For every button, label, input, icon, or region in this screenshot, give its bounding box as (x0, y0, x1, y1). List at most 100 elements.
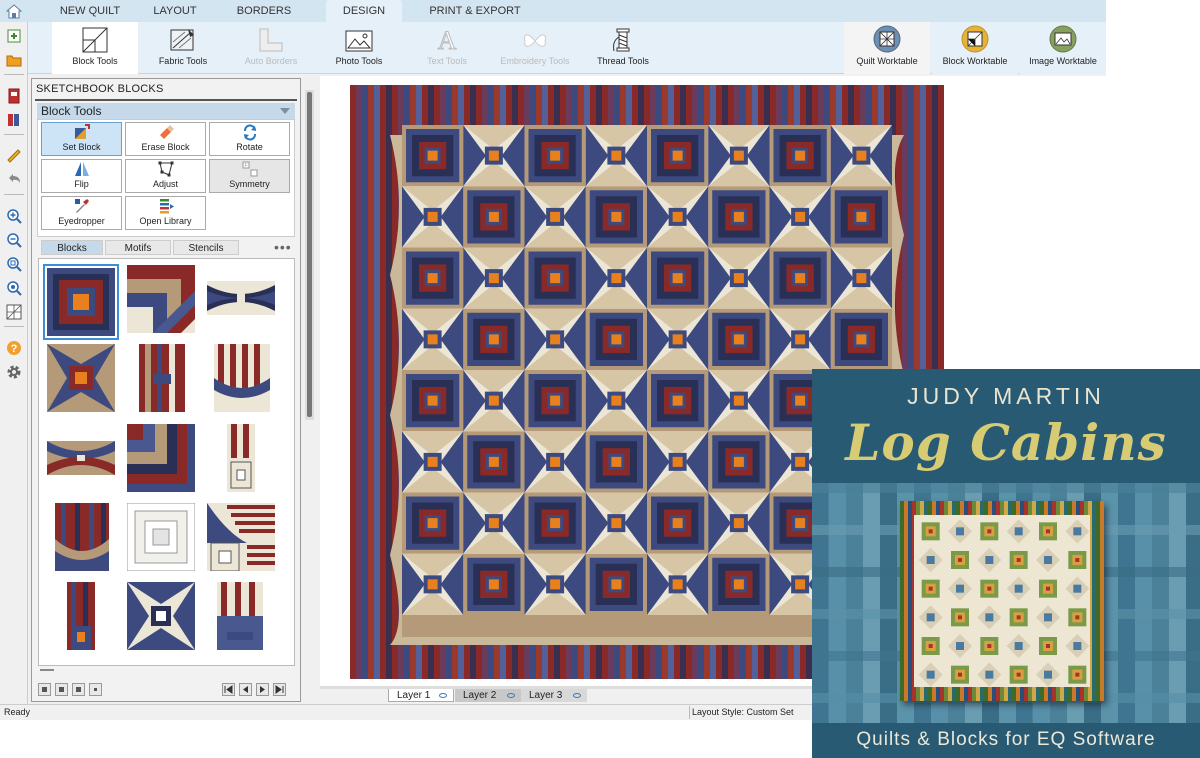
book-subtitle: Quilts & Blocks for EQ Software (856, 729, 1156, 750)
layer-2-label: Layer 2 (463, 690, 497, 701)
first-page-icon[interactable] (222, 683, 235, 696)
block-thumbnail[interactable] (47, 441, 115, 475)
erase-block-button[interactable]: Erase Block (125, 122, 206, 156)
view-small-icon[interactable] (72, 683, 85, 696)
left-toolbar: ? (0, 22, 28, 712)
last-page-icon[interactable] (273, 683, 286, 696)
fabric-tools-button[interactable]: Fabric Tools (140, 22, 226, 74)
set-block-button[interactable]: Set Block (41, 122, 122, 156)
block-thumbnail[interactable] (67, 582, 95, 650)
tab-new-quilt[interactable]: NEW QUILT (52, 0, 128, 22)
layer-1-label: Layer 1 (397, 690, 431, 701)
block-tools-section-label: Block Tools (41, 104, 102, 118)
rotate-icon (243, 124, 256, 141)
layer-visible-icon[interactable] (507, 693, 515, 698)
home-icon[interactable] (0, 0, 28, 22)
undo-icon[interactable] (4, 170, 24, 190)
tab-layout[interactable]: LAYOUT (140, 0, 210, 22)
book-cover-quilt-image (900, 501, 1104, 701)
block-thumbnail[interactable] (227, 424, 255, 492)
book-title: Log Cabins (845, 413, 1167, 472)
photo-tools-button[interactable]: Photo Tools (316, 22, 402, 74)
layer-1-tab[interactable]: Layer 1 (388, 689, 454, 702)
layer-visible-icon[interactable] (439, 693, 447, 698)
open-folder-icon[interactable] (4, 50, 24, 70)
block-thumbnail[interactable] (214, 344, 270, 412)
zoom-all-icon[interactable] (4, 278, 24, 298)
layer-3-tab[interactable]: Layer 3 (521, 689, 587, 702)
tab-borders[interactable]: BORDERS (226, 0, 302, 22)
zoom-fit-icon[interactable] (4, 254, 24, 274)
rotate-label: Rotate (236, 142, 263, 152)
prev-page-icon[interactable] (239, 683, 252, 696)
block-worktable-button[interactable]: Block Worktable (932, 22, 1018, 74)
next-page-icon[interactable] (256, 683, 269, 696)
thread-tools-icon (613, 28, 630, 52)
subtab-blocks[interactable]: Blocks (41, 240, 103, 255)
block-thumbnail[interactable] (207, 503, 275, 571)
collapse-arrow-icon[interactable] (280, 108, 290, 114)
fabric-tools-icon (170, 29, 194, 51)
block-thumbnail[interactable] (139, 344, 185, 412)
block-thumbnail[interactable] (207, 281, 275, 315)
subtab-motifs[interactable]: Motifs (105, 240, 171, 255)
library-icon[interactable] (4, 110, 24, 130)
block-thumbnail[interactable] (127, 265, 195, 333)
text-tools-label: Text Tools (427, 56, 467, 66)
block-tools-grid: Set Block Erase Block Rotate Flip Adjust… (37, 119, 295, 237)
settings-icon[interactable] (4, 362, 24, 382)
block-thumbnail[interactable] (127, 503, 195, 571)
block-tools-section-header[interactable]: Block Tools (37, 103, 295, 119)
view-tiny-icon[interactable] (89, 683, 102, 696)
sketchbook-icon[interactable] (4, 86, 24, 106)
zoom-out-icon[interactable] (4, 230, 24, 250)
help-icon[interactable]: ? (4, 338, 24, 358)
book-author: JUDY MARTIN (907, 383, 1105, 409)
rotate-button[interactable]: Rotate (209, 122, 290, 156)
open-library-icon (159, 199, 174, 214)
design-ribbon: Block Tools Fabric Tools Auto Borders Ph… (0, 22, 1106, 74)
add-block-icon[interactable] (4, 26, 24, 46)
grid-resize-handle[interactable] (40, 669, 54, 671)
quilt-worktable-button[interactable]: Quilt Worktable (844, 22, 930, 74)
open-library-button[interactable]: Open Library (125, 196, 206, 230)
block-worktable-label: Block Worktable (942, 56, 1008, 66)
block-thumbnail[interactable] (217, 582, 263, 650)
image-worktable-button[interactable]: Image Worktable (1020, 22, 1106, 74)
block-tools-button[interactable]: Block Tools (52, 22, 138, 74)
block-thumbnail[interactable] (127, 424, 195, 492)
ruler-icon[interactable] (4, 146, 24, 166)
embroidery-tools-icon (524, 34, 546, 47)
block-thumbnail[interactable] (43, 264, 119, 340)
block-worktable-icon (961, 25, 989, 53)
layer-2-tab[interactable]: Layer 2 (455, 689, 521, 702)
main-tab-bar: NEW QUILT LAYOUT BORDERS DESIGN PRINT & … (0, 0, 1106, 22)
tab-print-export[interactable]: PRINT & EXPORT (420, 0, 530, 22)
more-options-icon[interactable]: ••• (274, 239, 292, 255)
subtab-stencils[interactable]: Stencils (173, 240, 239, 255)
tab-design[interactable]: DESIGN (326, 0, 402, 22)
open-library-label: Open Library (139, 216, 192, 226)
quilt-worktable-label: Quilt Worktable (856, 56, 918, 66)
text-tools-button[interactable]: A Text Tools (404, 22, 490, 74)
layer-visible-icon[interactable] (573, 693, 581, 698)
flip-button[interactable]: Flip (41, 159, 122, 193)
adjust-label: Adjust (152, 179, 178, 189)
text-tools-icon: A (437, 27, 457, 53)
embroidery-tools-button[interactable]: Embroidery Tools (492, 22, 578, 74)
thread-tools-button[interactable]: Thread Tools (580, 22, 666, 74)
set-block-label: Set Block (62, 142, 101, 152)
zoom-in-icon[interactable] (4, 206, 24, 226)
block-thumbnail[interactable] (127, 582, 195, 650)
view-medium-icon[interactable] (55, 683, 68, 696)
eyedropper-button[interactable]: Eyedropper (41, 196, 122, 230)
block-thumbnail[interactable] (55, 503, 109, 571)
scrollbar-thumb[interactable] (307, 92, 312, 417)
block-tools-label: Block Tools (72, 56, 118, 66)
view-large-icon[interactable] (38, 683, 51, 696)
auto-borders-button[interactable]: Auto Borders (228, 22, 314, 74)
symmetry-button[interactable]: F Symmetry (209, 159, 290, 193)
block-thumbnail[interactable] (47, 344, 115, 412)
grid-icon[interactable] (4, 302, 24, 322)
adjust-button[interactable]: Adjust (125, 159, 206, 193)
